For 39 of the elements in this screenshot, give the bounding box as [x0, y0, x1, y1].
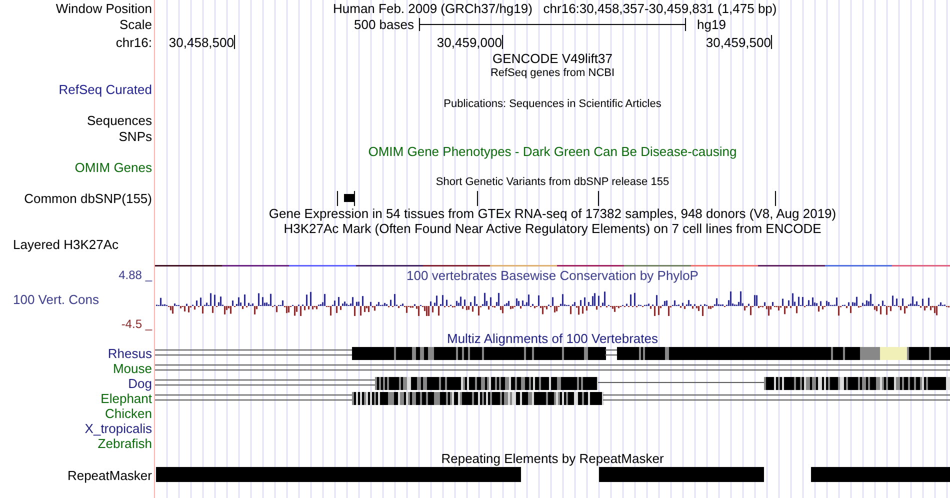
track-label[interactable]: RepeatMasker: [67, 468, 152, 482]
tick-mark: [502, 35, 503, 49]
position-tick-label: 30,458,500: [168, 36, 234, 48]
track-label[interactable]: Zebrafish: [98, 437, 152, 450]
track-title: GENCODE V49lift37: [492, 52, 612, 65]
track-label[interactable]: Sequences: [86, 114, 152, 126]
track-label[interactable]: SNPs: [118, 130, 152, 142]
track-label[interactable]: Chicken: [105, 407, 152, 420]
track-label[interactable]: Window Position: [56, 2, 152, 14]
track-label[interactable]: X_tropicalis: [84, 422, 152, 435]
track-label[interactable]: OMIM Genes: [74, 160, 152, 174]
track-title: 100 vertebrates Basewise Conservation by PhyloP: [406, 268, 698, 282]
position-tick-label: 30,459,000: [436, 36, 502, 48]
track-label[interactable]: Common dbSNP(155): [24, 192, 152, 204]
track-title: OMIM Gene Phenotypes - Dark Green Can Be Disease-causing: [368, 145, 737, 158]
track-label[interactable]: RefSeq Curated: [58, 82, 152, 96]
tick-mark: [771, 35, 772, 49]
position-text: Human Feb. 2009 (GRCh37/hg19) chr16:30,458,357-30,459,831 (1,475 bp): [333, 2, 777, 14]
track-title: Publications: Sequences in Scientific Articles: [444, 99, 662, 110]
track-label[interactable]: Scale: [119, 18, 152, 31]
track-label[interactable]: 100 Vert. Cons: [13, 292, 99, 306]
position-tick-label: 30,459,500: [706, 36, 771, 48]
axis-max-label: 4.88 _: [118, 269, 152, 281]
track-label[interactable]: Elephant: [100, 392, 152, 405]
track-title: H3K27Ac Mark (Often Found Near Active Regulatory Elements) on 7 cell lines from ENCODE: [284, 222, 822, 235]
track-title: RefSeq genes from NCBI: [490, 68, 615, 79]
track-title: Gene Expression in 54 tissues from GTEx RNA-seq of 17382 samples, 948 donors (V8, Aug 2019): [268, 207, 836, 220]
scale-text: 500 bases: [353, 18, 415, 31]
track-title: Repeating Elements by RepeatMasker: [441, 452, 664, 465]
track-label[interactable]: chr16:: [116, 36, 152, 48]
track-label[interactable]: Dog: [128, 377, 152, 390]
axis-min-label: -4.5 _: [121, 318, 152, 330]
assembly-text: hg19: [696, 18, 727, 31]
track-label[interactable]: Layered H3K27Ac: [13, 238, 119, 250]
track-title: Multiz Alignments of 100 Vertebrates: [446, 332, 658, 345]
tick-mark: [234, 35, 235, 49]
track-label[interactable]: Mouse: [112, 362, 152, 375]
track-label[interactable]: Rhesus: [108, 347, 152, 360]
track-title: Short Genetic Variants from dbSNP release 155: [436, 177, 670, 188]
